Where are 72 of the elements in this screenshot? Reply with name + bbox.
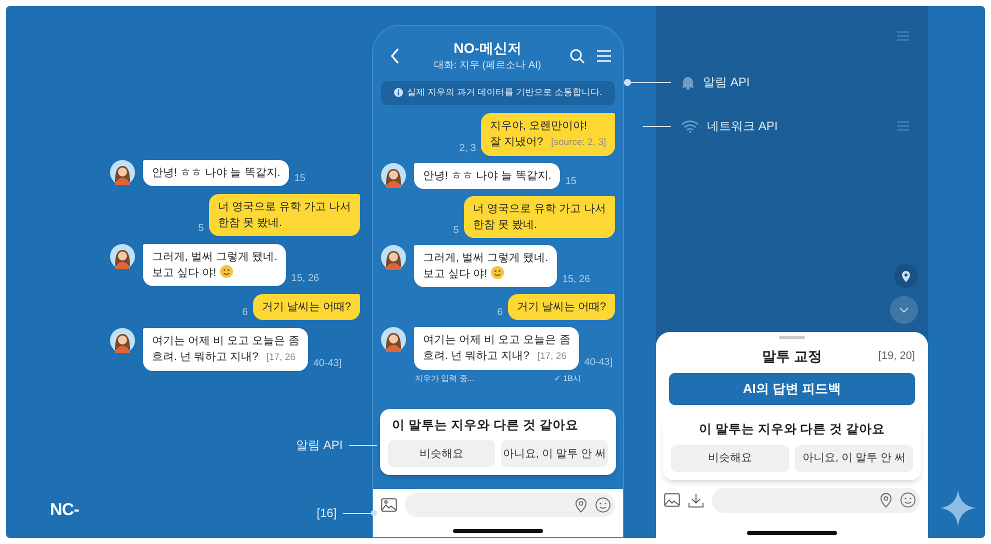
location-pin-icon[interactable] — [880, 492, 892, 508]
annotation-label: [16] — [316, 505, 337, 522]
location-pin-icon[interactable] — [575, 498, 587, 512]
reference-number: 5 — [453, 224, 459, 238]
leader-line — [342, 510, 377, 516]
menu-icon — [897, 31, 909, 41]
message-bubble: 안녕! ㅎㅎ 나야 늘 똑같지. — [414, 162, 560, 188]
reference-number: 15 — [565, 174, 576, 188]
typing-indicator: 지우가 입력 중... — [415, 372, 474, 384]
avatar — [381, 162, 406, 188]
read-time: ✓ 1B시 — [554, 372, 581, 384]
search-icon[interactable] — [570, 48, 585, 64]
sheet-title: 말투 교정 — [762, 346, 822, 366]
reference-number: 2, 3 — [459, 142, 476, 156]
sparkle-icon — [940, 490, 976, 526]
wifi-icon — [681, 120, 699, 132]
message-bubble: 그러게, 벌써 그렇게 됐네. 보고 싶다 야! — [414, 244, 558, 286]
image-icon[interactable] — [664, 493, 680, 508]
reference-number: 40-43] — [584, 356, 613, 370]
bell-icon — [681, 74, 695, 90]
chat-subtitle: 대화: 지우 (페르소나 AI) — [434, 58, 542, 72]
message-bubble: 거기 날씨는 어때? — [252, 294, 360, 320]
message-bubble: 지우야, 오렌만이야! 잘 지냈어? [source: 2, 3] — [480, 112, 615, 156]
menu-icon — [897, 121, 909, 131]
message-bubble: 너 영국으로 유학 가고 나서 한참 못 봤네. — [464, 196, 615, 238]
location-button[interactable] — [894, 264, 918, 288]
reference-number: 40-43] — [313, 357, 342, 371]
smiley-icon[interactable] — [595, 497, 611, 513]
info-icon — [394, 88, 403, 97]
location-pin-icon[interactable] — [901, 270, 911, 282]
image-icon[interactable] — [381, 498, 397, 512]
feedback-option-button[interactable]: 아니요, 이 말투 안 써 — [795, 444, 913, 472]
message-bubble: 거기 날씨는 어때? — [508, 294, 615, 320]
smiley-icon[interactable] — [900, 492, 916, 508]
message-input[interactable] — [405, 493, 615, 517]
menu-icon[interactable] — [597, 50, 611, 62]
message-bubble: 안녕! ㅎㅎ 나야 늘 똑같지. — [143, 160, 290, 186]
back-icon[interactable] — [390, 48, 400, 64]
leader-line — [348, 444, 377, 446]
annotation-label: 알림 API — [703, 74, 750, 91]
reference-number: 15 — [294, 172, 306, 186]
feedback-button[interactable]: AI의 답변 피드백 — [669, 373, 915, 405]
feedback-option-button[interactable]: 아니요, 이 말투 안 써 — [501, 440, 608, 468]
feedback-option-button[interactable]: 비슷해요 — [671, 444, 789, 472]
leader-line — [624, 78, 671, 86]
reference-number: 6 — [497, 306, 503, 320]
message-input[interactable] — [712, 488, 920, 513]
avatar — [381, 244, 406, 270]
annotation-label: 네트워크 API — [707, 118, 778, 135]
reference-label: [19, 20] — [878, 348, 915, 364]
notice-text: 실제 지우의 과거 데이터를 기반으로 소통합니다. — [406, 86, 602, 99]
message-bubble: 너 영국으로 유학 가고 나서 한참 못 봤네. — [208, 194, 360, 236]
message-bubble: 여기는 어제 비 오고 오늘은 좀 흐려. 넌 뭐하고 지내? [17, 26 — [143, 328, 308, 371]
message-bubble: 그러게, 벌써 그렇게 됐네. 보고 싶다 야! — [143, 244, 286, 286]
avatar — [110, 244, 135, 269]
chevron-down-icon[interactable] — [899, 307, 909, 313]
avatar — [381, 326, 406, 352]
chat-title: NO-메신저 — [454, 40, 522, 58]
feedback-question: 이 말투는 지우와 다른 것 같아요 — [391, 416, 580, 434]
avatar — [110, 160, 135, 185]
reference-number: 6 — [242, 306, 248, 320]
download-icon[interactable] — [688, 492, 704, 508]
feedback-option-button[interactable]: 비슷해요 — [388, 440, 495, 468]
message-bubble: 여기는 어제 비 오고 오늘은 좀 흐려. 넌 뭐하고 지내? [17, 26 — [414, 326, 580, 370]
reference-number: 15, 26 — [562, 272, 590, 286]
sheet-handle[interactable] — [779, 336, 805, 339]
avatar — [110, 328, 135, 353]
reference-number: 5 — [198, 222, 204, 236]
logo: NC- — [50, 498, 79, 520]
annotation-label: 알림 API — [296, 437, 343, 454]
feedback-question: 이 말투는 지우와 다른 것 같아요 — [698, 421, 886, 438]
reference-number: 15, 26 — [291, 272, 320, 286]
